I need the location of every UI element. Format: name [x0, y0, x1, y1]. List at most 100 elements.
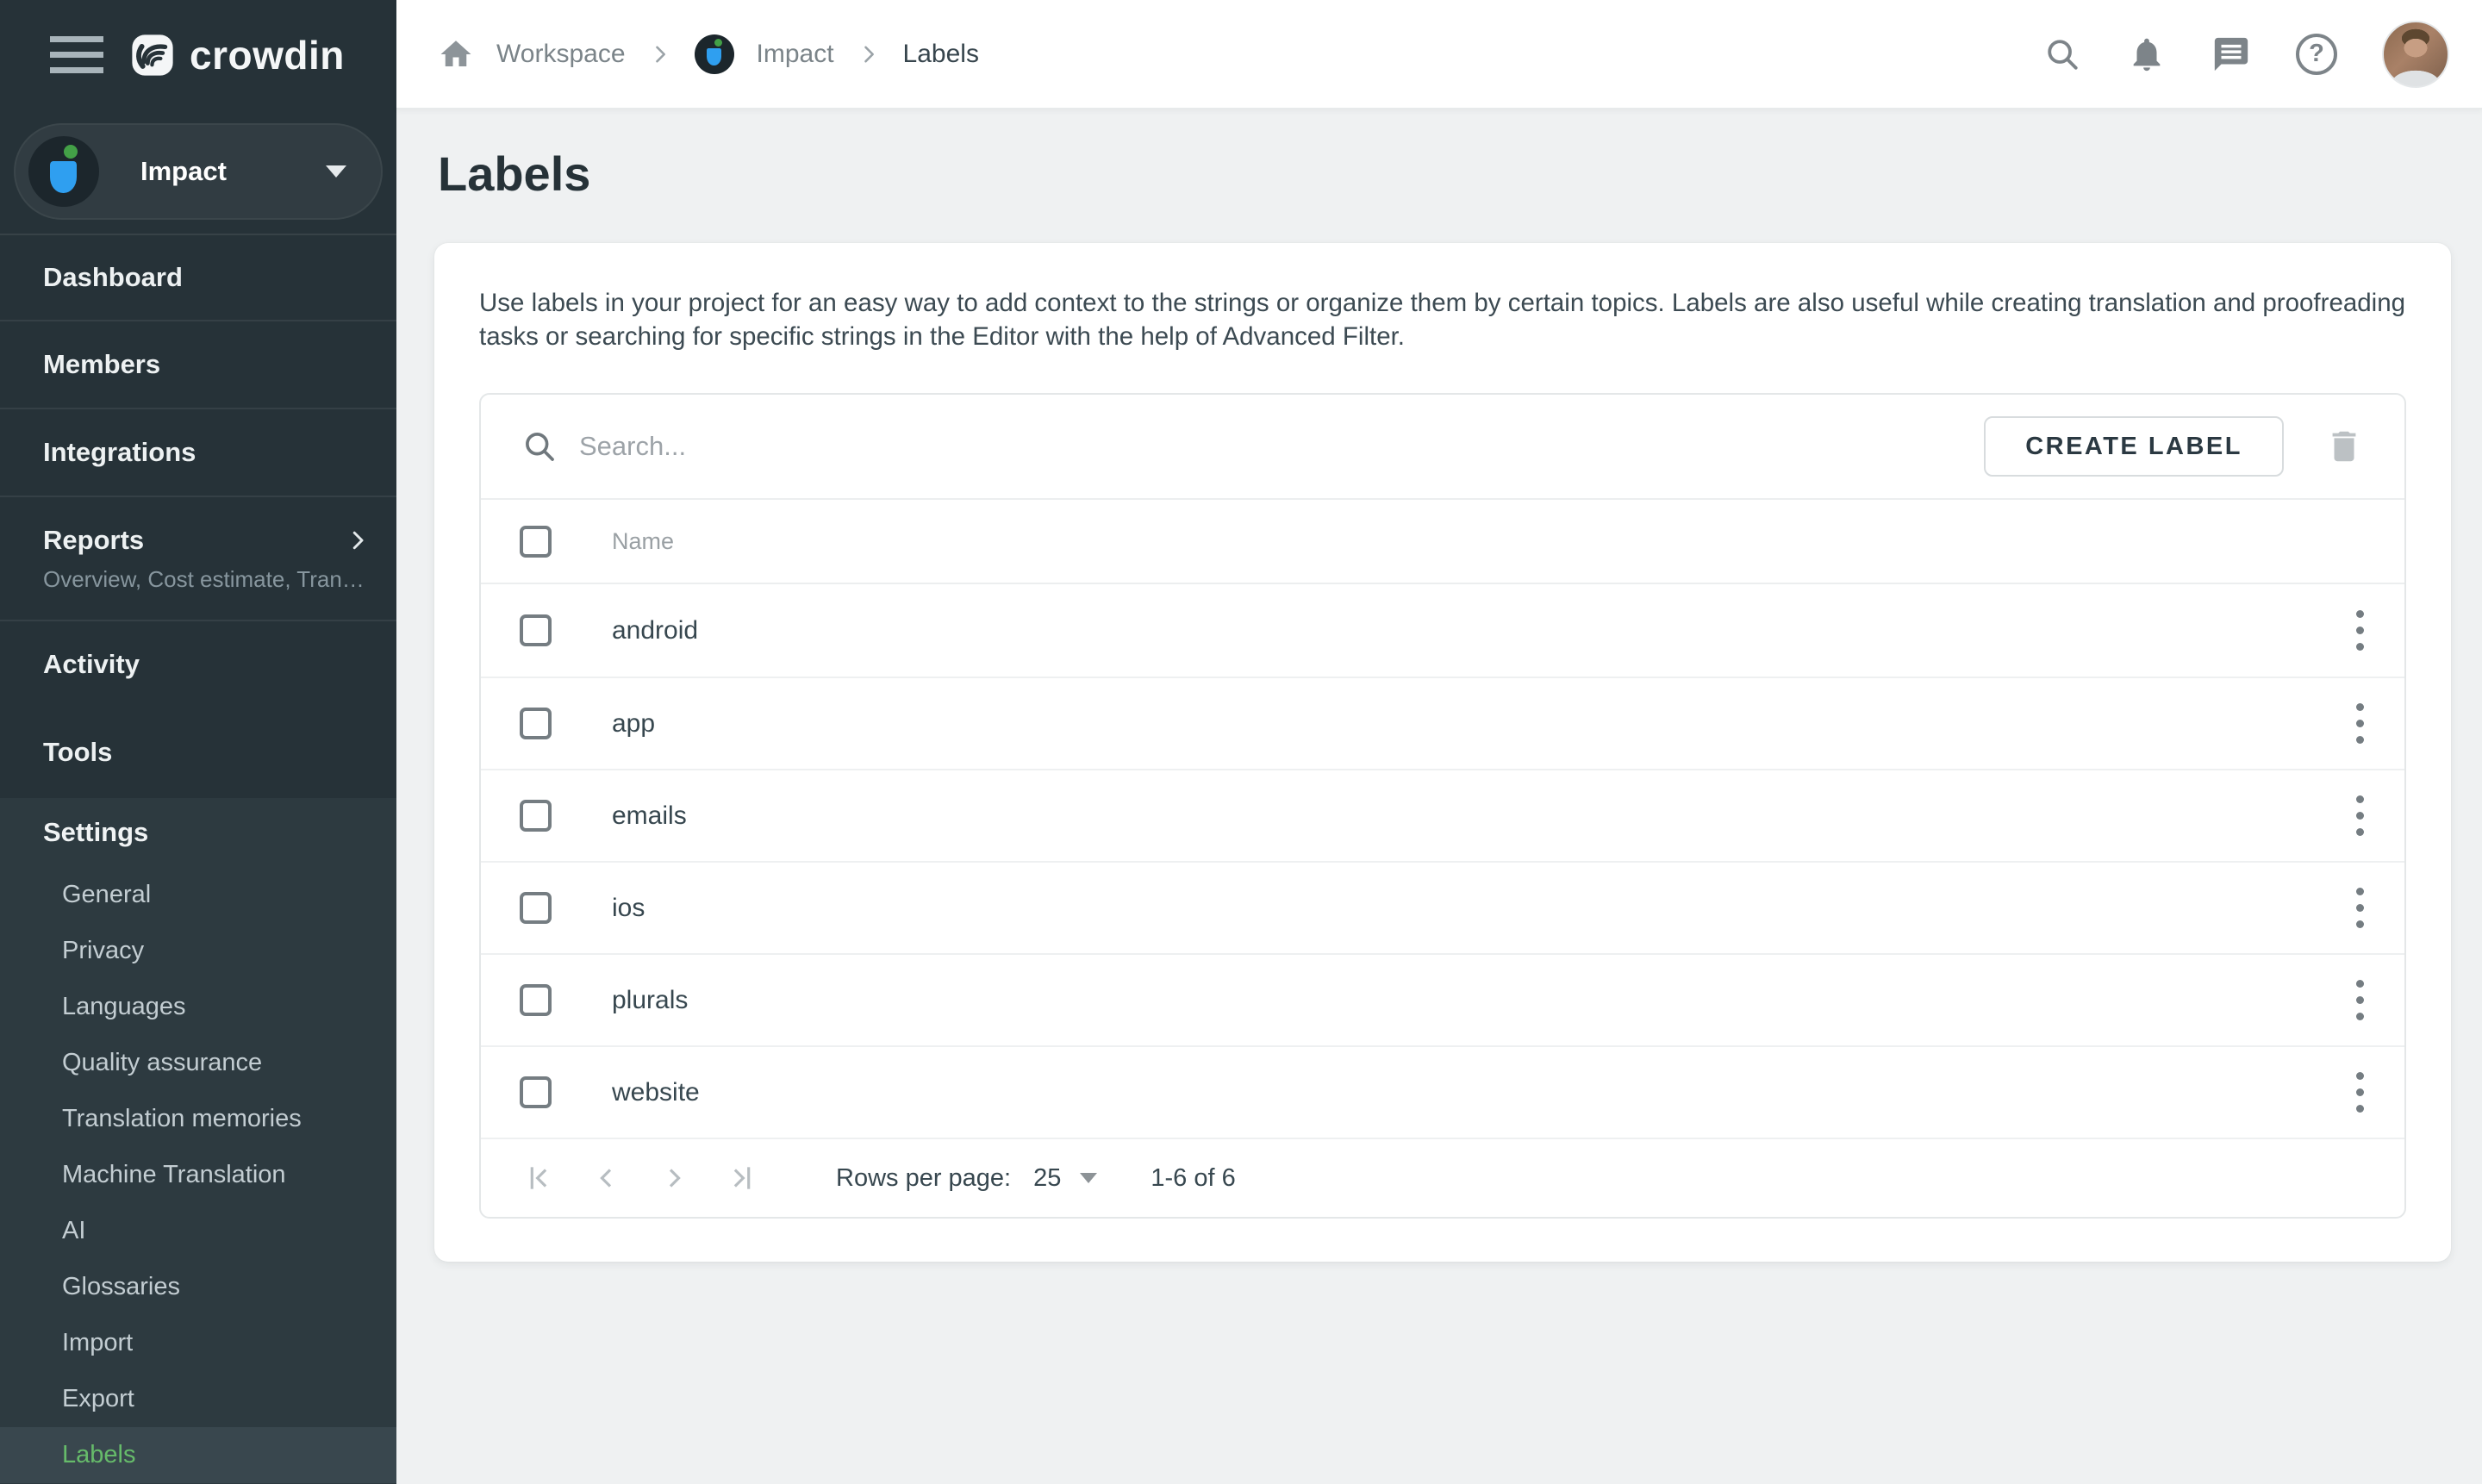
sidebar-item-label: Members: [43, 349, 371, 380]
label-name: emails: [612, 801, 687, 831]
settings-section-header: Settings: [0, 798, 396, 867]
sidebar-item-label: Tools: [43, 737, 371, 768]
avatar[interactable]: [2382, 21, 2449, 88]
messages-chat-icon[interactable]: [2211, 34, 2251, 74]
table-row: emails: [481, 769, 2404, 861]
sidebar-item-privacy[interactable]: Privacy: [0, 923, 396, 979]
home-icon[interactable]: [438, 36, 474, 72]
chevron-right-icon: [857, 42, 881, 66]
page-title: Labels: [438, 146, 2451, 202]
row-checkbox[interactable]: [520, 1076, 552, 1108]
sidebar-item-reports[interactable]: Reports Overview, Cost estimate, Transl…: [0, 497, 396, 621]
help-icon[interactable]: ?: [2296, 34, 2337, 75]
row-menu-kebab-icon[interactable]: [2339, 789, 2380, 844]
sidebar-item-machine-translation[interactable]: Machine Translation: [0, 1147, 396, 1203]
rows-per-page-value: 25: [1033, 1164, 1061, 1193]
sidebar-item-activity[interactable]: Activity: [0, 621, 396, 707]
sidebar-item-languages[interactable]: Languages: [0, 979, 396, 1035]
table-row: app: [481, 677, 2404, 769]
hamburger-menu-icon[interactable]: [50, 31, 103, 78]
table-row: android: [481, 584, 2404, 677]
first-page-icon[interactable]: [521, 1159, 558, 1197]
row-menu-kebab-icon[interactable]: [2339, 881, 2380, 936]
name-column-header: Name: [612, 528, 674, 555]
label-name: app: [612, 709, 655, 739]
search-icon[interactable]: [2042, 34, 2082, 74]
crowdin-logo-text: crowdin: [190, 32, 345, 78]
sidebar-item-label: Integrations: [43, 437, 371, 468]
pagination-range: 1-6 of 6: [1151, 1164, 1235, 1193]
sidebar-settings-section: Settings General Privacy Languages Quali…: [0, 798, 396, 1484]
row-checkbox[interactable]: [520, 800, 552, 832]
sidebar-item-integrations[interactable]: Integrations: [0, 409, 396, 497]
row-menu-kebab-icon[interactable]: [2339, 603, 2380, 658]
table-toolbar: CREATE LABEL: [481, 395, 2404, 500]
chevron-right-icon: [648, 42, 672, 66]
breadcrumb-project[interactable]: Impact: [757, 40, 834, 69]
breadcrumb-workspace[interactable]: Workspace: [496, 40, 626, 69]
labels-card: Use labels in your project for an easy w…: [434, 243, 2451, 1262]
chevron-right-icon: [345, 527, 371, 553]
sidebar-item-import[interactable]: Import: [0, 1315, 396, 1371]
page-content: Labels Use labels in your project for an…: [396, 109, 2482, 1484]
app-root: crowdin Impact Dashboard Members Integra…: [0, 0, 2482, 1484]
sidebar-item-ai[interactable]: AI: [0, 1203, 396, 1259]
select-all-checkbox[interactable]: [520, 526, 552, 558]
previous-page-icon[interactable]: [588, 1159, 626, 1197]
crowdin-logo[interactable]: crowdin: [129, 32, 345, 78]
sidebar-item-tools[interactable]: Tools: [0, 707, 396, 798]
sidebar-item-glossaries[interactable]: Glossaries: [0, 1259, 396, 1315]
pagination: Rows per page: 25 1-6 of 6: [481, 1138, 2404, 1217]
rows-per-page-label: Rows per page:: [836, 1164, 1011, 1193]
sidebar-item-labels[interactable]: Labels: [0, 1427, 396, 1483]
rows-per-page-select[interactable]: 25: [1033, 1164, 1097, 1193]
table-row: ios: [481, 861, 2404, 953]
question-mark-glyph: ?: [2296, 34, 2337, 75]
sidebar-item-export[interactable]: Export: [0, 1371, 396, 1427]
last-page-icon[interactable]: [722, 1159, 760, 1197]
chevron-down-icon: [1080, 1173, 1097, 1183]
topbar: Workspace Impact Labels: [396, 0, 2482, 109]
sidebar-item-general[interactable]: General: [0, 867, 396, 923]
row-menu-kebab-icon[interactable]: [2339, 1065, 2380, 1120]
sidebar-header: crowdin: [0, 0, 396, 109]
project-switcher[interactable]: Impact: [14, 123, 383, 220]
row-menu-kebab-icon[interactable]: [2339, 973, 2380, 1028]
sidebar-item-label: Activity: [43, 649, 371, 680]
sidebar-item-dashboard[interactable]: Dashboard: [0, 235, 396, 321]
crowdin-logo-icon: [129, 32, 176, 78]
notifications-bell-icon[interactable]: [2127, 34, 2167, 74]
row-checkbox[interactable]: [520, 614, 552, 646]
topbar-actions: ?: [2042, 21, 2449, 88]
next-page-icon[interactable]: [655, 1159, 693, 1197]
sidebar-item-label: Dashboard: [43, 262, 371, 293]
project-impact-icon: [28, 136, 99, 207]
sidebar-item-subtitle: Overview, Cost estimate, Transl…: [43, 566, 371, 593]
breadcrumb-current: Labels: [903, 40, 979, 69]
sidebar-item-quality-assurance[interactable]: Quality assurance: [0, 1035, 396, 1091]
row-menu-kebab-icon[interactable]: [2339, 696, 2380, 751]
row-checkbox[interactable]: [520, 708, 552, 739]
delete-trash-icon[interactable]: [2318, 421, 2370, 472]
sidebar-menu: Dashboard Members Integrations Reports O…: [0, 235, 396, 798]
row-checkbox[interactable]: [520, 892, 552, 924]
search-icon: [521, 427, 558, 465]
label-name: plurals: [612, 986, 688, 1015]
project-name: Impact: [140, 156, 284, 187]
sidebar-item-translation-memories[interactable]: Translation memories: [0, 1091, 396, 1147]
labels-table: CREATE LABEL Name android: [479, 393, 2406, 1219]
create-label-button[interactable]: CREATE LABEL: [1984, 416, 2284, 477]
chevron-down-icon: [326, 165, 346, 178]
labels-description: Use labels in your project for an easy w…: [479, 286, 2406, 353]
search-input[interactable]: [579, 431, 1786, 462]
search-box: [521, 427, 1949, 465]
sidebar: crowdin Impact Dashboard Members Integra…: [0, 0, 396, 1484]
sidebar-item-label: Reports: [43, 525, 345, 556]
sidebar-item-members[interactable]: Members: [0, 321, 396, 409]
label-name: website: [612, 1078, 700, 1107]
table-header-row: Name: [481, 500, 2404, 584]
main-area: Workspace Impact Labels: [396, 0, 2482, 1484]
row-checkbox[interactable]: [520, 984, 552, 1016]
label-name: android: [612, 616, 698, 645]
table-row: plurals: [481, 953, 2404, 1045]
